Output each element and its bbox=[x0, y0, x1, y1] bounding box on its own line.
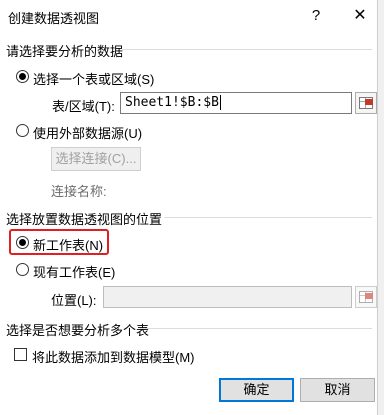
radio-select-table-label[interactable]: 选择一个表或区域(S) bbox=[33, 69, 154, 88]
section-divider bbox=[122, 49, 372, 50]
add-to-data-model-checkbox[interactable] bbox=[14, 348, 27, 361]
radio-existing-worksheet-label[interactable]: 现有工作表(E) bbox=[33, 262, 115, 281]
range-input-value: Sheet1!$B:$B bbox=[125, 95, 219, 110]
choose-connection-button[interactable]: 选择连接(C)... bbox=[51, 147, 141, 171]
section-heading-multi: 选择是否想要分析多个表 bbox=[6, 323, 150, 338]
section-divider bbox=[164, 217, 372, 218]
connection-name-label: 连接名称: bbox=[51, 184, 107, 199]
text-caret bbox=[219, 95, 221, 110]
radio-select-table[interactable] bbox=[16, 70, 29, 83]
location-label: 位置(L): bbox=[51, 293, 97, 308]
location-picker-arrow-icon bbox=[365, 293, 373, 299]
title-bar: 创建数据透视图 ? ✕ bbox=[0, 0, 377, 32]
cancel-button[interactable]: 取消 bbox=[300, 378, 375, 402]
radio-new-worksheet-label[interactable]: 新工作表(N) bbox=[33, 235, 103, 254]
dialog-title: 创建数据透视图 bbox=[8, 11, 100, 26]
range-picker-arrow-icon bbox=[365, 99, 373, 105]
range-picker-button[interactable] bbox=[355, 92, 377, 114]
close-button[interactable]: ✕ bbox=[348, 4, 372, 28]
range-input[interactable]: Sheet1!$B:$B bbox=[120, 92, 352, 114]
create-pivotchart-dialog: 创建数据透视图 ? ✕ 请选择要分析的数据 选择一个表或区域(S) 表/区域(T… bbox=[0, 0, 377, 415]
section-heading-data: 请选择要分析的数据 bbox=[6, 44, 124, 59]
radio-existing-worksheet[interactable] bbox=[16, 263, 29, 276]
background-window-edge bbox=[377, 0, 384, 415]
ok-button[interactable]: 确定 bbox=[219, 378, 294, 402]
help-button[interactable]: ? bbox=[304, 4, 328, 28]
range-label: 表/区域(T): bbox=[52, 99, 115, 114]
location-input[interactable] bbox=[103, 286, 352, 308]
location-picker-button[interactable] bbox=[355, 286, 377, 308]
section-divider bbox=[140, 328, 372, 329]
radio-external-source-label[interactable]: 使用外部数据源(U) bbox=[33, 123, 142, 142]
section-heading-location: 选择放置数据透视图的位置 bbox=[6, 212, 163, 227]
radio-new-worksheet[interactable] bbox=[16, 236, 29, 249]
add-to-data-model-label[interactable]: 将此数据添加到数据模型(M) bbox=[32, 347, 195, 366]
radio-external-source[interactable] bbox=[16, 124, 29, 137]
